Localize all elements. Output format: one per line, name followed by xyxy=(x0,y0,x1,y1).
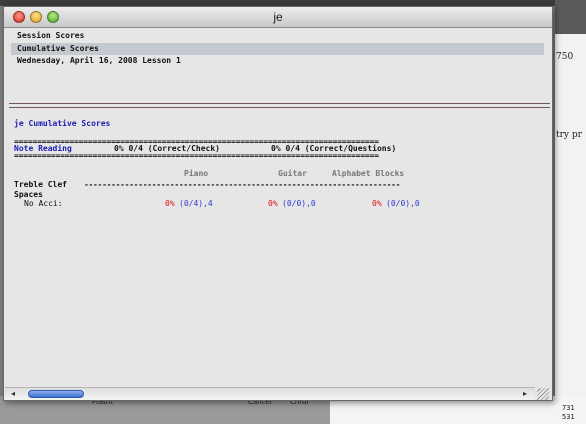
scores-window: je Session Scores Cumulative Scores Wedn… xyxy=(3,6,553,401)
scrollbar-thumb[interactable] xyxy=(28,390,84,398)
title-bar[interactable]: je xyxy=(4,7,552,28)
column-alphabet-blocks: Alphabet Blocks xyxy=(332,169,405,178)
background-text-750: 750 xyxy=(556,52,574,62)
horizontal-scrollbar[interactable]: ◂ ▸ xyxy=(5,387,535,400)
coordinate-readout-2: 531 xyxy=(562,413,575,421)
rule-line: ========================================… xyxy=(14,151,379,160)
report-heading: je Cumulative Scores xyxy=(14,119,111,128)
list-item-session-scores[interactable]: Session Scores xyxy=(11,30,544,42)
coordinate-readout-1: 731 xyxy=(562,404,575,412)
guitar-pct: 0% xyxy=(268,199,278,208)
background-text-snippet: try pr xyxy=(556,130,582,140)
list-item-cumulative-scores[interactable]: Cumulative Scores xyxy=(11,42,544,55)
pane-divider-top[interactable] xyxy=(9,103,550,104)
pane-divider-bottom xyxy=(9,107,550,108)
scroll-right-arrow-icon[interactable]: ▸ xyxy=(523,389,527,398)
background-window-edge xyxy=(555,0,586,34)
window-title: je xyxy=(273,10,283,24)
piano-detail: (0/4),4 xyxy=(179,199,213,208)
blocks-pct: 0% xyxy=(372,199,382,208)
column-guitar: Guitar xyxy=(278,169,307,178)
section-label: Treble Clef xyxy=(14,180,67,189)
score-list: Session Scores Cumulative Scores Wednesd… xyxy=(11,30,544,98)
column-piano: Piano xyxy=(184,169,209,178)
piano-pct: 0% xyxy=(165,199,175,208)
section-rule: ----------------------------------------… xyxy=(84,180,401,189)
scroll-left-arrow-icon[interactable]: ◂ xyxy=(11,389,15,398)
row-label: No Acci: xyxy=(24,199,63,208)
blocks-detail: (0/0),0 xyxy=(386,199,420,208)
background-document xyxy=(555,0,586,424)
resize-grip-icon[interactable] xyxy=(537,388,549,400)
guitar-detail: (0/0),0 xyxy=(282,199,316,208)
list-item-lesson[interactable]: Wednesday, April 16, 2008 Lesson 1 xyxy=(11,55,544,67)
